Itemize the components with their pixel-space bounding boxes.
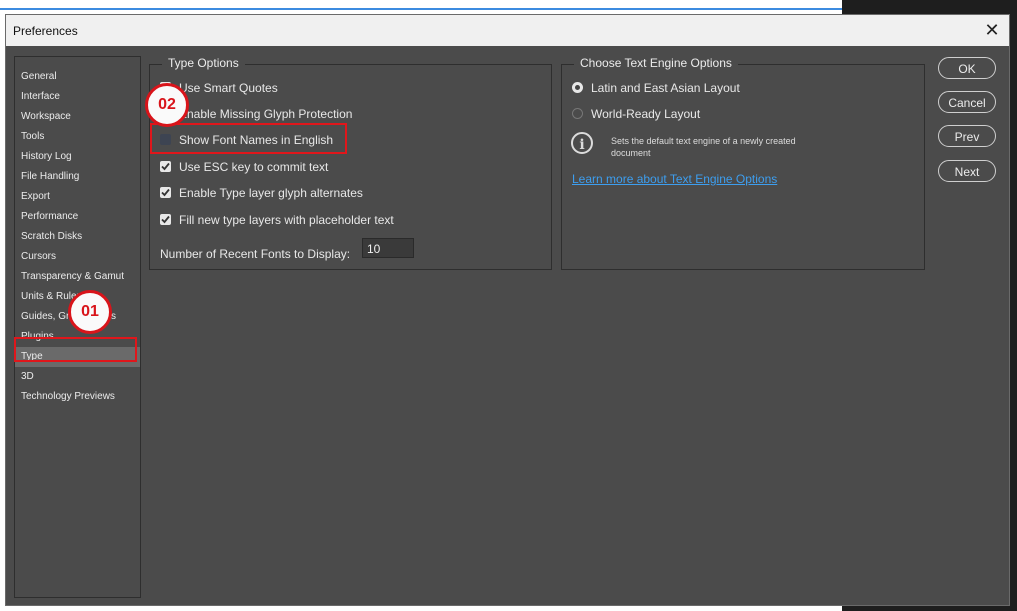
recent-fonts-label: Number of Recent Fonts to Display: bbox=[160, 247, 351, 261]
step-badge-01: 01 bbox=[68, 290, 112, 334]
cancel-button[interactable]: Cancel bbox=[938, 91, 996, 113]
world-ready-label: World-Ready Layout bbox=[591, 107, 701, 121]
type-options-group: Type Options Use Smart Quotes Enable Mis… bbox=[149, 56, 552, 270]
sidebar-item-file-handling[interactable]: File Handling bbox=[15, 167, 140, 187]
prev-button[interactable]: Prev bbox=[938, 125, 996, 147]
window-accent-line bbox=[0, 8, 842, 10]
text-engine-legend: Choose Text Engine Options bbox=[574, 56, 738, 70]
sidebar-item-transparency-gamut[interactable]: Transparency & Gamut bbox=[15, 267, 140, 287]
sidebar-item-performance[interactable]: Performance bbox=[15, 207, 140, 227]
sidebar-item-3d[interactable]: 3D bbox=[15, 367, 140, 387]
ok-button[interactable]: OK bbox=[938, 57, 996, 79]
sidebar-item-workspace[interactable]: Workspace bbox=[15, 107, 140, 127]
placeholder-text-label: Fill new type layers with placeholder te… bbox=[179, 213, 394, 227]
learn-more-link[interactable]: Learn more about Text Engine Options bbox=[572, 172, 777, 186]
latin-east-asian-radio[interactable] bbox=[572, 82, 583, 93]
type-highlight-box bbox=[14, 337, 137, 362]
smart-quotes-label: Use Smart Quotes bbox=[179, 81, 278, 95]
text-engine-group: Choose Text Engine Options Latin and Eas… bbox=[561, 56, 925, 270]
glyph-alternates-checkbox[interactable] bbox=[160, 187, 171, 198]
close-icon[interactable]: ✕ bbox=[981, 19, 1003, 41]
dialog-title: Preferences bbox=[13, 24, 78, 38]
placeholder-text-checkbox[interactable] bbox=[160, 214, 171, 225]
missing-glyph-label: Enable Missing Glyph Protection bbox=[179, 107, 353, 121]
font-names-highlight-box bbox=[150, 123, 347, 154]
world-ready-radio[interactable] bbox=[572, 108, 583, 119]
sidebar-item-cursors[interactable]: Cursors bbox=[15, 247, 140, 267]
info-icon: i bbox=[571, 132, 593, 154]
esc-commit-checkbox[interactable] bbox=[160, 161, 171, 172]
glyph-alternates-label: Enable Type layer glyph alternates bbox=[179, 186, 363, 200]
next-button[interactable]: Next bbox=[938, 160, 996, 182]
title-bar: Preferences ✕ bbox=[6, 15, 1009, 46]
sidebar-item-interface[interactable]: Interface bbox=[15, 87, 140, 107]
sidebar-item-tools[interactable]: Tools bbox=[15, 127, 140, 147]
type-options-legend: Type Options bbox=[162, 56, 245, 70]
latin-east-asian-label: Latin and East Asian Layout bbox=[591, 81, 740, 95]
sidebar-item-scratch-disks[interactable]: Scratch Disks bbox=[15, 227, 140, 247]
recent-fonts-input[interactable]: 10 bbox=[362, 238, 414, 258]
sidebar-item-history-log[interactable]: History Log bbox=[15, 147, 140, 167]
sidebar-item-export[interactable]: Export bbox=[15, 187, 140, 207]
esc-commit-label: Use ESC key to commit text bbox=[179, 160, 329, 174]
sidebar-item-technology-previews[interactable]: Technology Previews bbox=[15, 387, 140, 407]
sidebar-item-general[interactable]: General bbox=[15, 67, 140, 87]
text-engine-info: Sets the default text engine of a newly … bbox=[611, 136, 796, 158]
step-badge-02: 02 bbox=[145, 83, 189, 127]
